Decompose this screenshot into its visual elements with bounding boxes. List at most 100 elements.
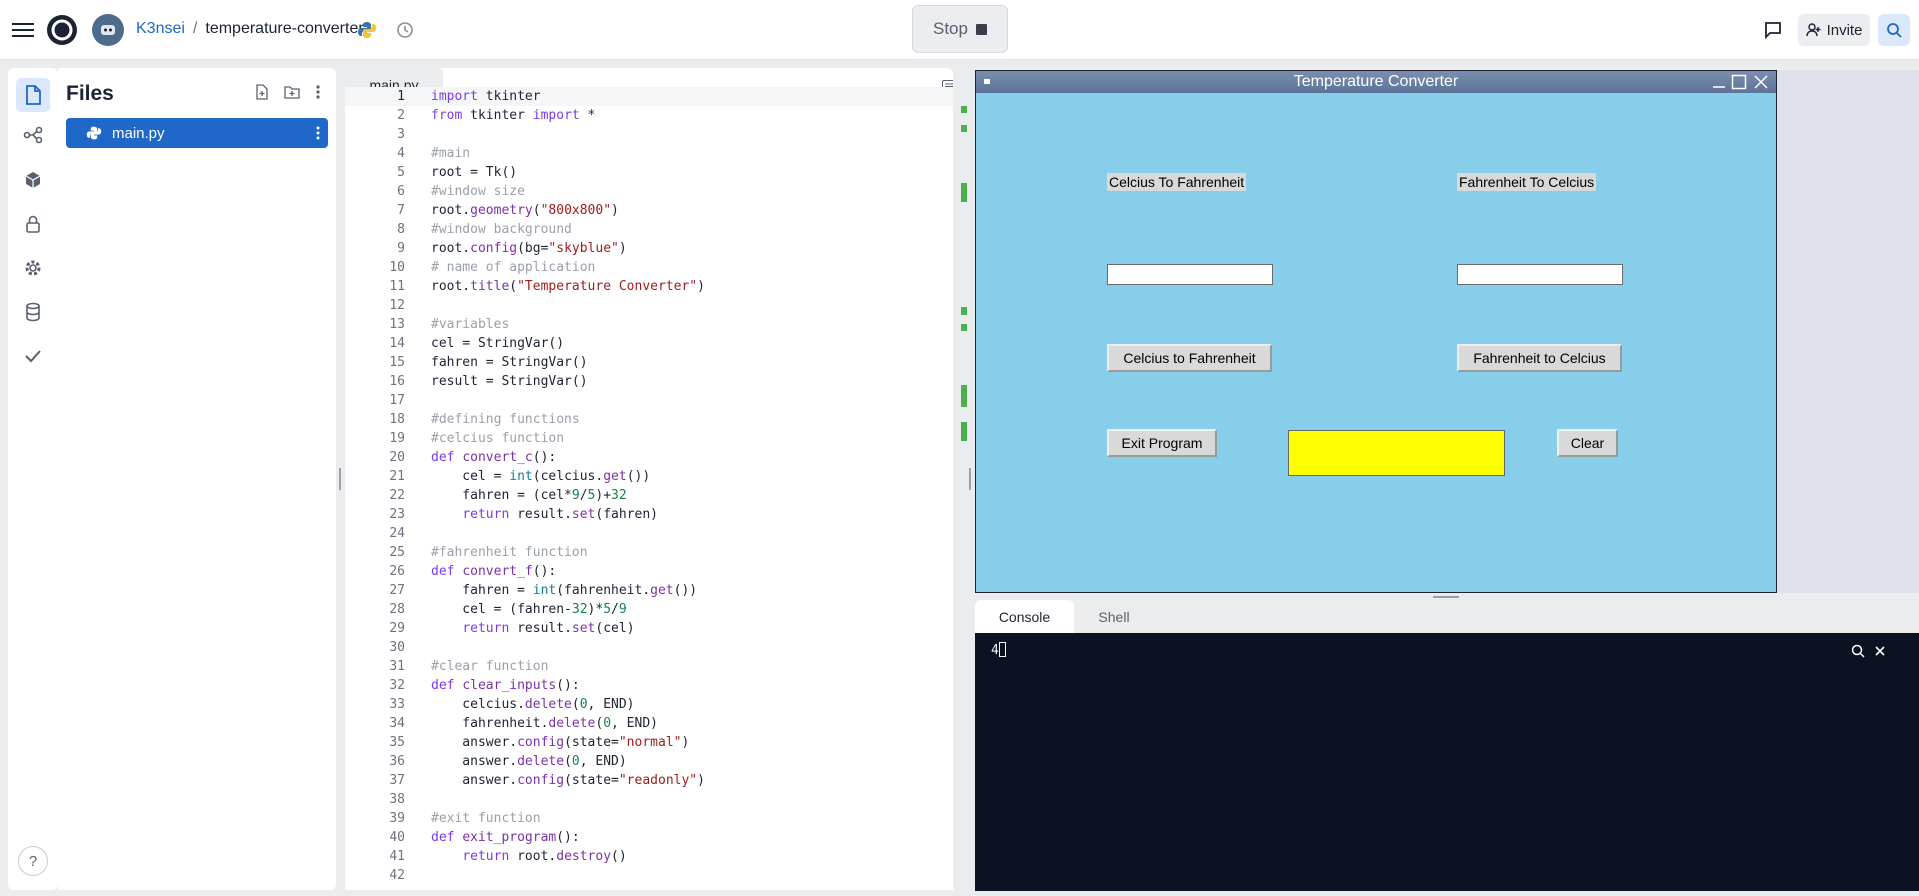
code-line[interactable]: 34 fahrenheit.delete(0, END) <box>345 714 953 733</box>
code-line[interactable]: 2 from tkinter import * <box>345 106 953 125</box>
code-line[interactable]: 6 #window size <box>345 182 953 201</box>
history-icon[interactable] <box>394 19 416 41</box>
line-number: 29 <box>389 621 405 636</box>
hamburger-menu-icon[interactable] <box>10 18 36 42</box>
chat-icon[interactable] <box>1762 19 1784 41</box>
maximize-icon[interactable] <box>1731 74 1747 90</box>
celcius-input[interactable] <box>1107 264 1273 285</box>
resize-handle[interactable] <box>339 468 341 490</box>
line-number: 41 <box>389 849 405 864</box>
code-line[interactable]: 10 # name of application <box>345 258 953 277</box>
resize-handle[interactable] <box>1433 596 1459 598</box>
gear-icon[interactable] <box>19 254 47 282</box>
window-menu-icon[interactable] <box>984 79 990 84</box>
exit-program-button[interactable]: Exit Program <box>1107 429 1217 457</box>
code-line[interactable]: 20 def convert_c(): <box>345 448 953 467</box>
code-line[interactable]: 18 #defining functions <box>345 410 953 429</box>
code-line[interactable]: 37 answer.config(state="readonly") <box>345 771 953 790</box>
database-icon[interactable] <box>19 298 47 326</box>
repl-name[interactable]: temperature-converter <box>205 20 363 38</box>
invite-button[interactable]: Invite <box>1798 14 1870 46</box>
code-line[interactable]: 1 import tkinter <box>345 87 953 106</box>
code-line[interactable]: 42 <box>345 866 953 885</box>
code-line[interactable]: 23 return result.set(fahren) <box>345 505 953 524</box>
code-line[interactable]: 14 cel = StringVar() <box>345 334 953 353</box>
code-line[interactable]: 8 #window background <box>345 220 953 239</box>
code-line[interactable]: 3 <box>345 125 953 144</box>
more-options-icon[interactable] <box>310 82 326 102</box>
code-line[interactable]: 21 cel = int(celcius.get()) <box>345 467 953 486</box>
lock-icon[interactable] <box>19 210 47 238</box>
owner-link[interactable]: K3nsei <box>136 20 185 38</box>
line-content: import tkinter <box>431 89 541 104</box>
code-line[interactable]: 30 <box>345 638 953 657</box>
breadcrumb-separator: / <box>192 20 198 37</box>
tk-window[interactable]: Temperature Converter Celcius To Fahrenh… <box>975 70 1777 593</box>
code-line[interactable]: 16 result = StringVar() <box>345 372 953 391</box>
code-line[interactable]: 17 <box>345 391 953 410</box>
console-search-icon[interactable] <box>1851 644 1865 662</box>
line-content: #window size <box>431 184 525 199</box>
tab-console[interactable]: Console <box>975 600 1074 633</box>
clear-button[interactable]: Clear <box>1557 429 1618 457</box>
code-line[interactable]: 15 fahren = StringVar() <box>345 353 953 372</box>
replit-logo-icon[interactable] <box>46 14 78 46</box>
stop-button[interactable]: Stop <box>912 5 1008 53</box>
line-content: answer.config(state="normal") <box>431 735 690 750</box>
line-number: 14 <box>389 336 405 351</box>
files-panel: Files main.py <box>58 68 336 890</box>
code-line[interactable]: 7 root.geometry("800x800") <box>345 201 953 220</box>
code-line[interactable]: 4 #main <box>345 144 953 163</box>
code-line[interactable]: 19 #celcius function <box>345 429 953 448</box>
code-line[interactable]: 22 fahren = (cel*9/5)+32 <box>345 486 953 505</box>
code-line[interactable]: 35 answer.config(state="normal") <box>345 733 953 752</box>
file-item-main-py[interactable]: main.py <box>66 118 328 148</box>
tab-shell[interactable]: Shell <box>1074 600 1154 633</box>
celcius-to-fahrenheit-button[interactable]: Celcius to Fahrenheit <box>1107 344 1272 372</box>
line-content: root.title("Temperature Converter") <box>431 279 705 294</box>
code-line[interactable]: 12 <box>345 296 953 315</box>
file-more-options-icon[interactable] <box>316 126 320 145</box>
code-line[interactable]: 31 #clear function <box>345 657 953 676</box>
line-number: 5 <box>397 165 405 180</box>
resize-handle[interactable] <box>969 468 971 490</box>
answer-output <box>1288 430 1505 476</box>
code-line[interactable]: 9 root.config(bg="skyblue") <box>345 239 953 258</box>
code-line[interactable]: 33 celcius.delete(0, END) <box>345 695 953 714</box>
fahrenheit-to-celcius-button[interactable]: Fahrenheit to Celcius <box>1457 344 1622 372</box>
code-line[interactable]: 32 def clear_inputs(): <box>345 676 953 695</box>
code-line[interactable]: 5 root = Tk() <box>345 163 953 182</box>
code-line[interactable]: 38 <box>345 790 953 809</box>
code-line[interactable]: 40 def exit_program(): <box>345 828 953 847</box>
files-icon[interactable] <box>16 78 50 112</box>
code-line[interactable]: 39 #exit function <box>345 809 953 828</box>
code-line[interactable]: 13 #variables <box>345 315 953 334</box>
code-line[interactable]: 41 return root.destroy() <box>345 847 953 866</box>
code-editor[interactable]: main.py 1 import tkinter 2 from tkinter imp… <box>345 68 953 890</box>
avatar[interactable] <box>92 14 124 46</box>
code-line[interactable]: 26 def convert_f(): <box>345 562 953 581</box>
new-file-icon[interactable] <box>252 82 272 102</box>
code-line[interactable]: 25 #fahrenheit function <box>345 543 953 562</box>
close-icon[interactable] <box>1753 74 1769 90</box>
console-clear-icon[interactable] <box>1874 645 1886 661</box>
new-folder-icon[interactable] <box>282 82 302 102</box>
code-lines[interactable]: 1 import tkinter 2 from tkinter import * 3 4 #… <box>345 87 953 890</box>
minimize-icon[interactable] <box>1711 75 1727 89</box>
line-number: 32 <box>389 678 405 693</box>
fahrenheit-input[interactable] <box>1457 264 1623 285</box>
code-line[interactable]: 11 root.title("Temperature Converter") <box>345 277 953 296</box>
console-output[interactable]: 4 <box>975 633 1919 891</box>
code-line[interactable]: 24 <box>345 524 953 543</box>
help-icon[interactable]: ? <box>18 846 48 876</box>
line-content: cel = int(celcius.get()) <box>431 469 651 484</box>
tk-window-titlebar[interactable]: Temperature Converter <box>976 71 1776 93</box>
code-line[interactable]: 27 fahren = int(fahrenheit.get()) <box>345 581 953 600</box>
git-icon[interactable] <box>19 121 47 149</box>
code-line[interactable]: 29 return result.set(cel) <box>345 619 953 638</box>
packages-icon[interactable] <box>19 166 47 194</box>
code-line[interactable]: 28 cel = (fahren-32)*5/9 <box>345 600 953 619</box>
search-button[interactable] <box>1878 14 1910 46</box>
code-line[interactable]: 36 answer.delete(0, END) <box>345 752 953 771</box>
checkmark-icon[interactable] <box>19 342 47 370</box>
